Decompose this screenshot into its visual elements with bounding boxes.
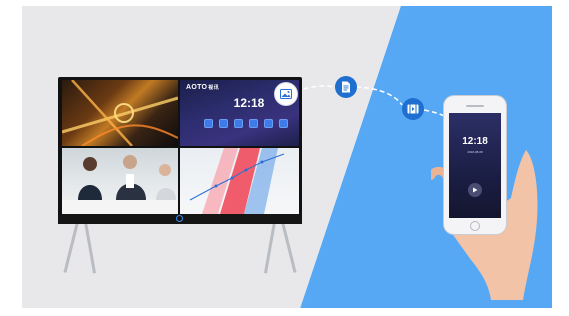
meeting-people-graphic xyxy=(62,155,178,214)
document-icon xyxy=(335,76,357,98)
play-icon xyxy=(473,187,478,193)
phone-home-button[interactable] xyxy=(470,221,480,231)
video-icon xyxy=(402,98,424,120)
play-button[interactable] xyxy=(468,183,482,197)
chart-graphic xyxy=(189,148,285,214)
power-indicator xyxy=(176,215,183,222)
phone-speaker xyxy=(466,105,484,107)
tv-clock: 12:18 xyxy=(233,96,265,110)
image-icon xyxy=(275,83,297,105)
tv-brand-logo: AOTO视讯 xyxy=(186,84,219,91)
app-icon[interactable] xyxy=(234,119,243,128)
phone-clock: 12:18 xyxy=(462,136,488,147)
app-icon[interactable] xyxy=(219,119,228,128)
scene: AOTO视讯 12:18 12:18 2018-08-08 xyxy=(0,0,569,316)
data-chart-quadrant xyxy=(180,148,299,214)
city-aerial-night-quadrant xyxy=(62,80,178,146)
business-meeting-quadrant xyxy=(62,148,178,214)
app-icon[interactable] xyxy=(279,119,288,128)
phone-date: 2018-08-08 xyxy=(467,150,483,154)
app-icon[interactable] xyxy=(249,119,258,128)
city-roads-graphic xyxy=(62,80,178,146)
app-icon[interactable] xyxy=(264,119,273,128)
phone-screen xyxy=(449,113,501,218)
tv-app-row xyxy=(204,119,290,129)
app-icon[interactable] xyxy=(204,119,213,128)
